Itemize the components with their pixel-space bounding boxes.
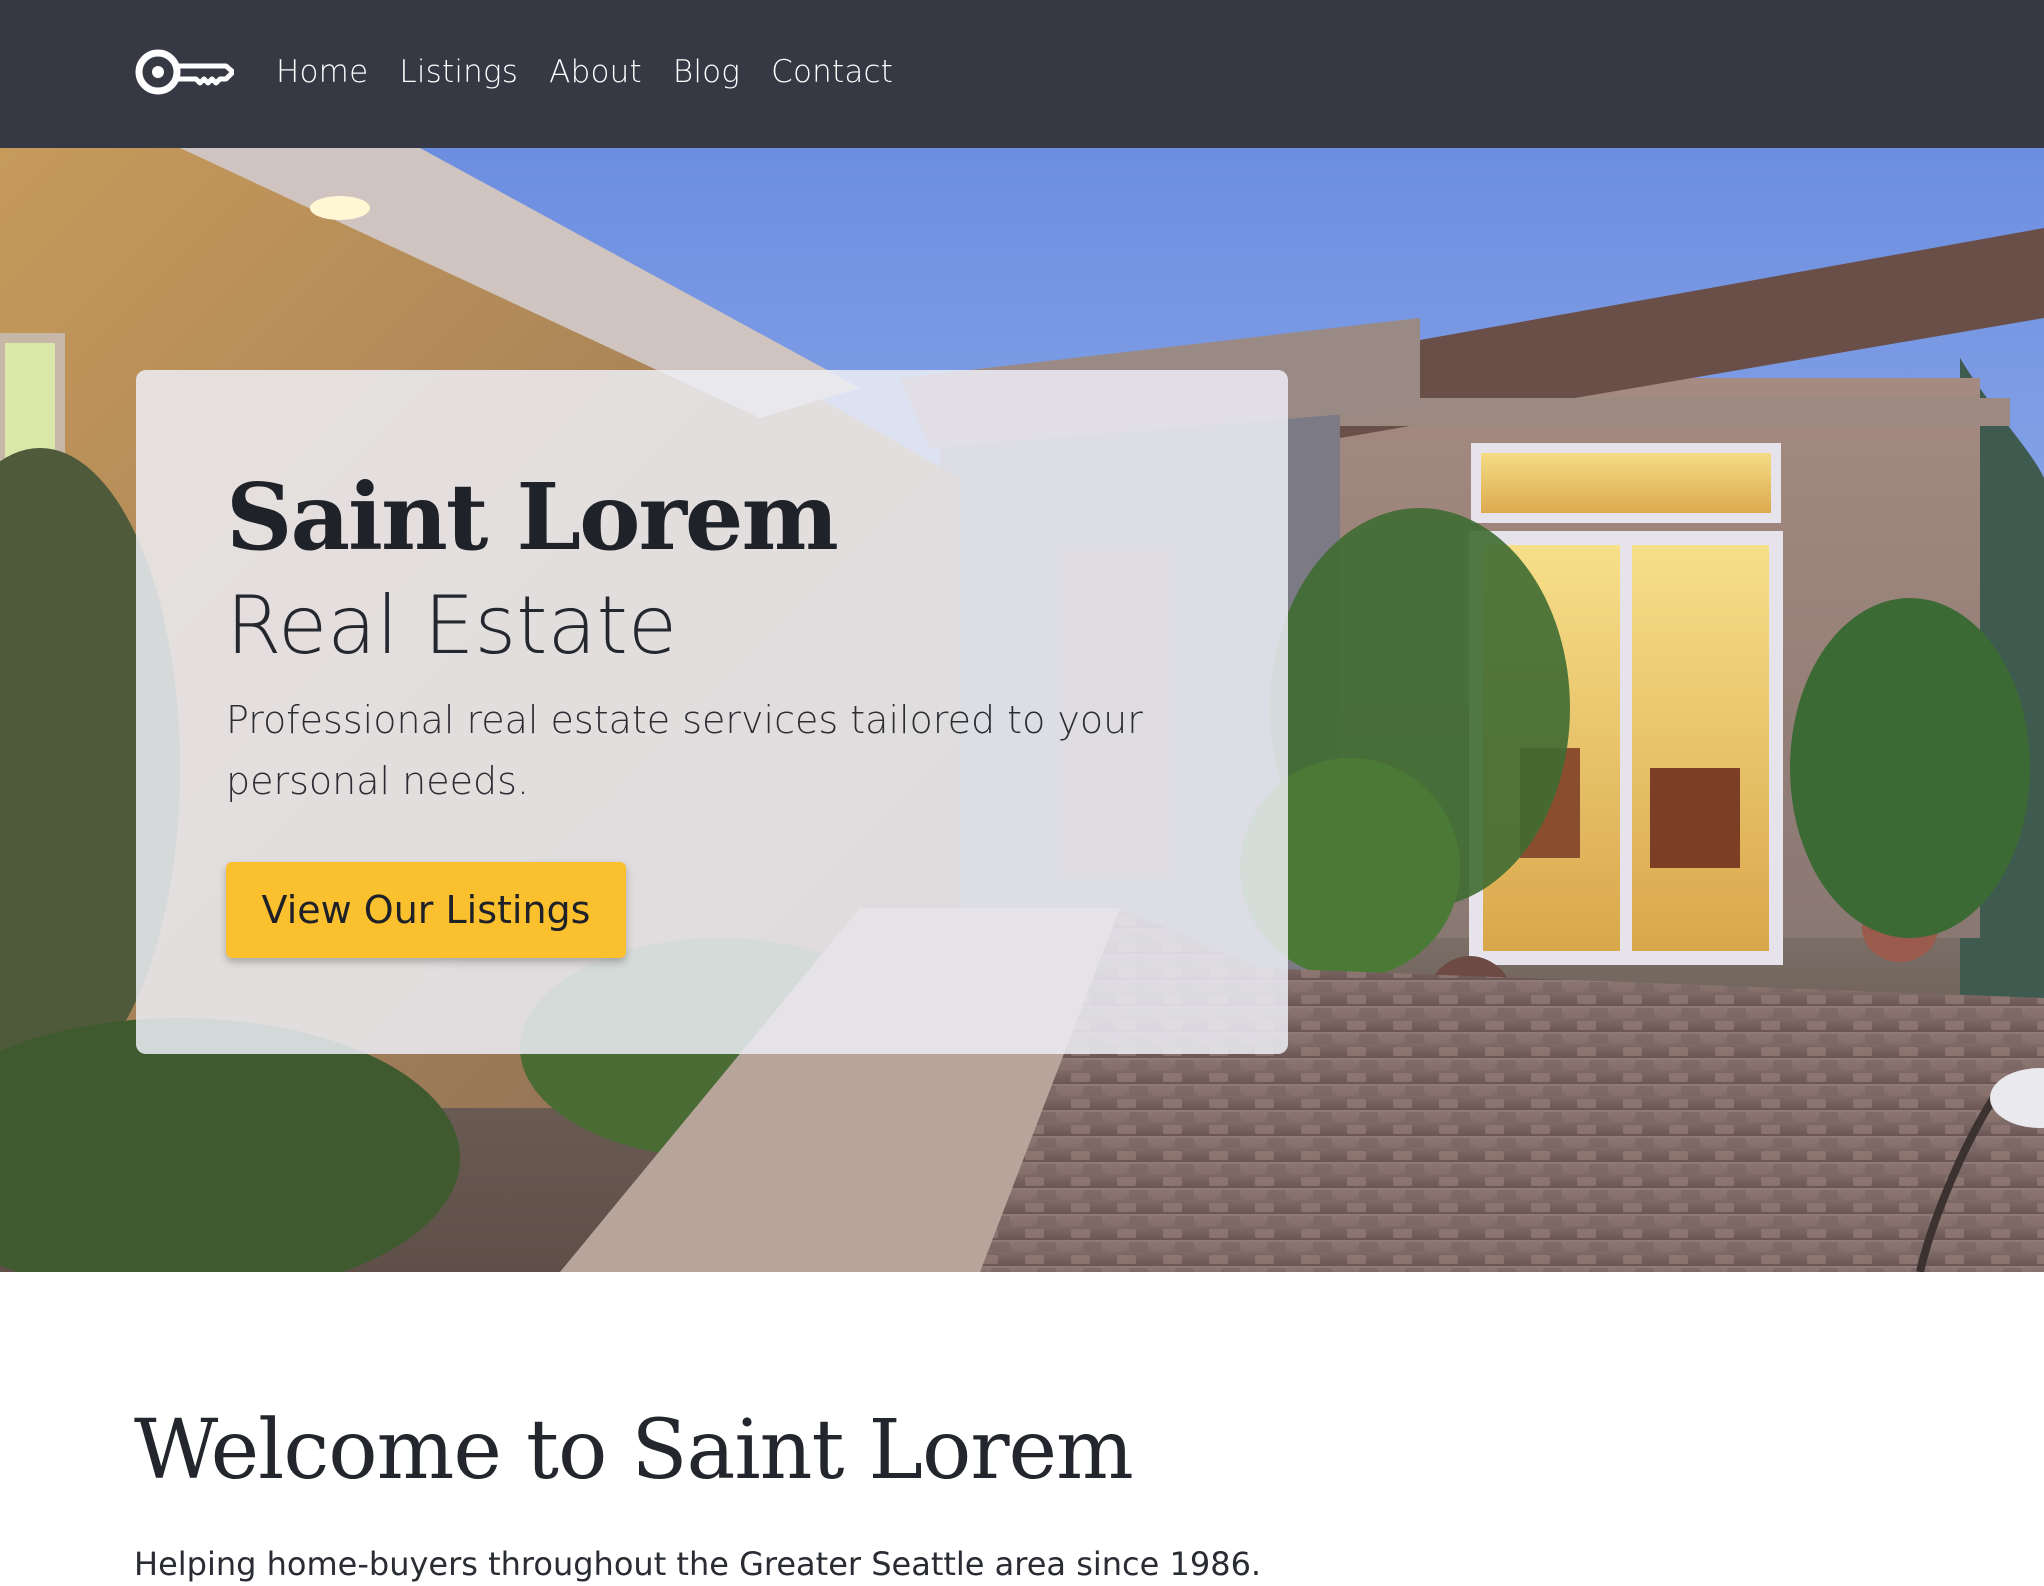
welcome-title: Welcome to Saint Lorem <box>134 1403 1134 1498</box>
navbar: Home Listings About Blog Contact <box>0 0 2044 148</box>
nav-link-home[interactable]: Home <box>276 48 368 96</box>
hero-section: Saint Lorem Real Estate Professional rea… <box>0 148 2044 1272</box>
nav-link-contact[interactable]: Contact <box>771 48 893 96</box>
hero-title: Saint Lorem <box>226 463 839 571</box>
hero-subtitle: Real Estate <box>226 579 678 672</box>
welcome-text: Helping home-buyers throughout the Great… <box>134 1545 1262 1583</box>
hero-card: Saint Lorem Real Estate Professional rea… <box>136 370 1288 1054</box>
main-nav: Home Listings About Blog Contact <box>276 48 924 96</box>
nav-link-listings[interactable]: Listings <box>399 48 518 96</box>
nav-link-about[interactable]: About <box>549 48 642 96</box>
key-icon[interactable] <box>134 44 234 100</box>
view-listings-button[interactable]: View Our Listings <box>226 862 626 958</box>
hero-description: Professional real estate services tailor… <box>226 698 1143 803</box>
nav-link-blog[interactable]: Blog <box>673 48 740 96</box>
